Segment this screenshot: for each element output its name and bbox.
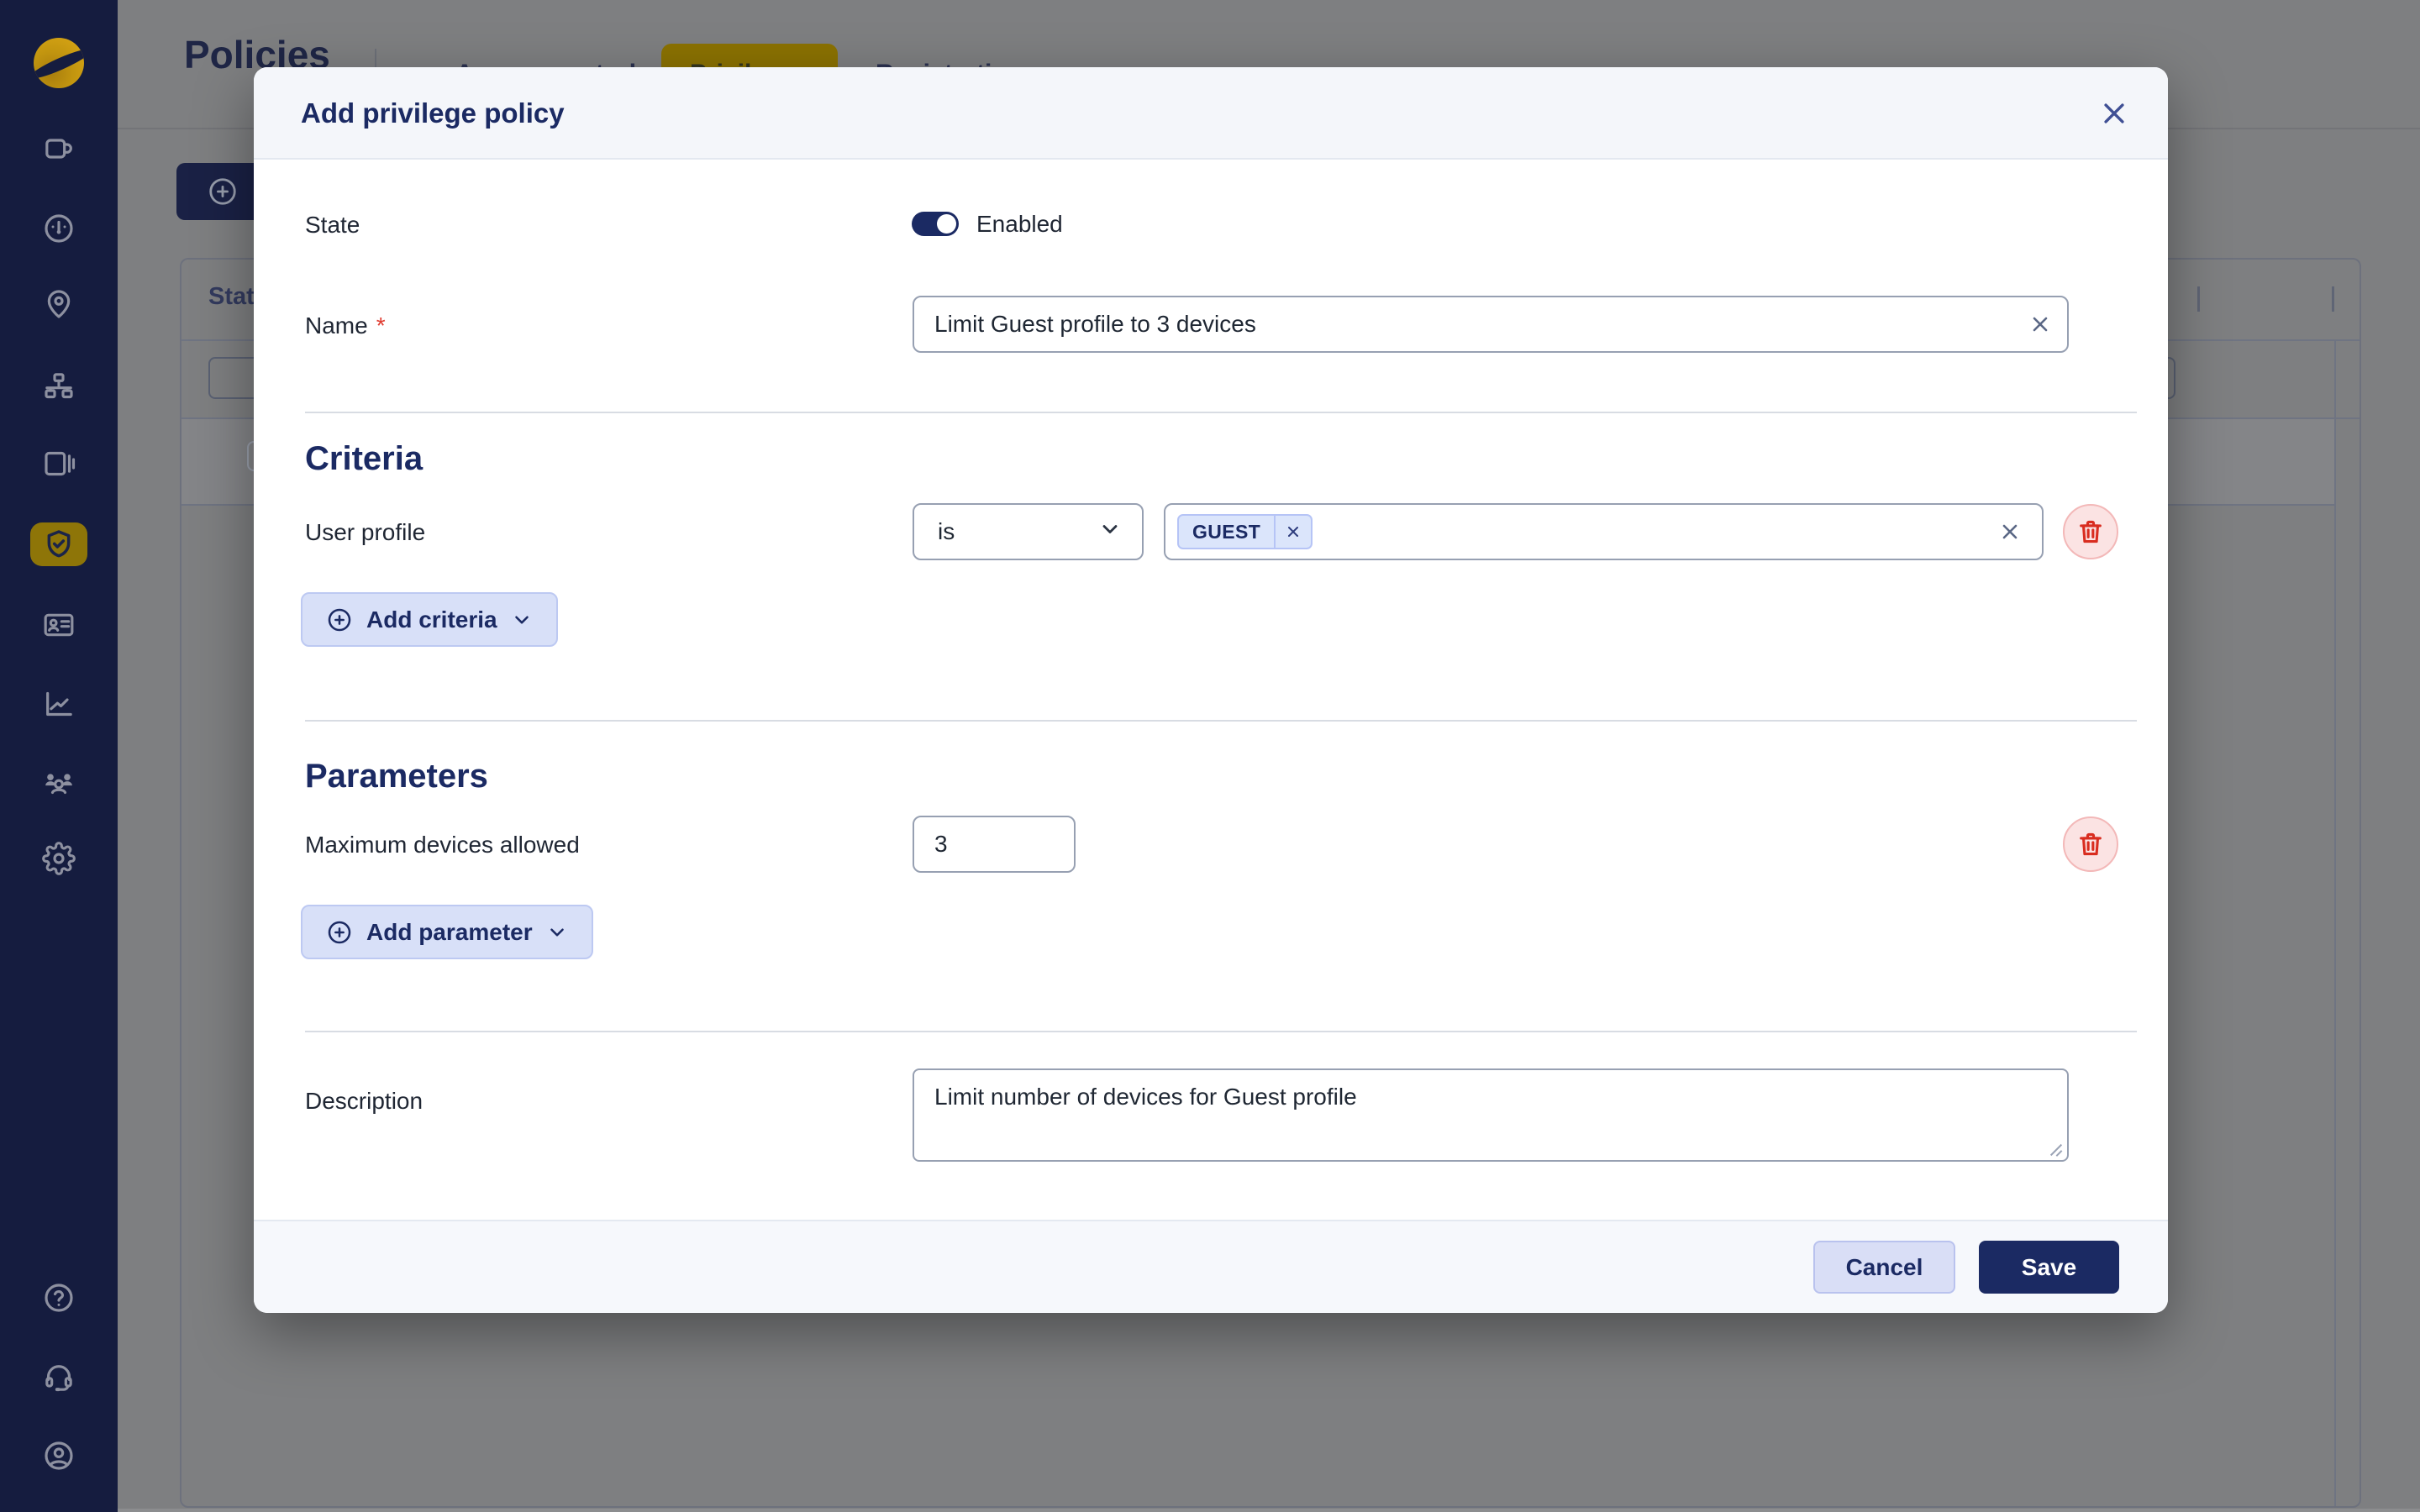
required-marker: * [376,312,386,339]
state-value: Enabled [976,212,1063,236]
users-icon [42,765,76,799]
sidebar-item-settings[interactable] [0,830,118,887]
sidebar-item-network[interactable] [0,358,118,415]
chevron-down-icon [1098,517,1122,547]
page-bottom-strip [118,1509,2420,1512]
trash-icon [2076,517,2105,546]
guest-chip: GUEST [1177,514,1313,549]
plus-circle-icon [207,176,239,207]
section-divider [305,412,2137,413]
help-circle-icon [42,1281,76,1315]
name-label-text: Name [305,312,368,339]
state-label: State [305,212,360,239]
plus-circle-icon [326,919,353,946]
sidebar-item-users[interactable] [0,753,118,811]
state-toggle[interactable] [912,212,959,236]
close-icon [2100,99,2128,128]
trash-icon [2076,830,2105,858]
sidebar-item-account[interactable] [0,1427,118,1484]
shield-check-icon [42,528,76,561]
modal-footer: Cancel Save [254,1220,2168,1313]
sidebar-item-gauge[interactable] [0,200,118,257]
section-divider [305,720,2137,722]
operator-value: is [938,518,955,545]
user-profile-multiselect[interactable]: GUEST [1164,503,2044,560]
name-input[interactable] [913,296,2069,353]
chip-label: GUEST [1179,521,1274,543]
kiosk-icon [42,447,76,480]
max-devices-input[interactable] [913,816,1076,873]
sidebar-item-location[interactable] [0,276,118,333]
screen: Policies Access control Privileges Regis… [0,0,2420,1512]
chevron-down-icon [546,921,568,943]
toggle-knob [937,214,956,234]
column-separator [2332,286,2334,312]
modal-header: Add privilege policy [254,67,2168,160]
plus-circle-icon [326,606,353,633]
add-parameter-label: Add parameter [366,919,533,946]
column-header-state: Stat [208,283,255,311]
gear-icon [42,842,76,875]
sidebar-item-kiosk[interactable] [0,435,118,492]
multiselect-clear-icon[interactable] [1995,517,2025,547]
name-label: Name * [305,312,386,339]
description-label: Description [305,1088,423,1115]
line-chart-icon [42,687,76,721]
add-privilege-policy-modal: Add privilege policy State Enabled Name *… [254,67,2168,1313]
location-pin-icon [42,287,76,321]
description-textarea[interactable]: Limit number of devices for Guest profil… [913,1068,2069,1162]
max-devices-label: Maximum devices allowed [305,832,580,858]
cancel-button[interactable]: Cancel [1813,1241,1955,1294]
network-icon [42,370,76,403]
user-profile-label: User profile [305,519,425,546]
parameters-heading: Parameters [305,758,488,795]
sidebar [0,0,118,1512]
column-gutter [2334,339,2336,1506]
section-divider [305,1031,2137,1032]
add-criteria-button[interactable]: Add criteria [301,592,558,647]
headset-icon [42,1361,76,1394]
sidebar-item-analytics[interactable] [0,675,118,732]
add-criteria-label: Add criteria [366,606,497,633]
app-logo[interactable] [34,38,84,88]
sidebar-item-id-card[interactable] [0,596,118,654]
chevron-down-icon [511,609,533,631]
id-card-icon [42,608,76,642]
mug-icon [42,132,76,165]
sidebar-item-privileges[interactable] [30,522,87,566]
column-separator [2197,286,2200,312]
chip-remove-icon[interactable] [1276,514,1311,549]
close-button[interactable] [2096,95,2133,132]
save-button[interactable]: Save [1979,1241,2119,1294]
gauge-icon [42,212,76,245]
name-clear-icon[interactable] [2025,309,2055,339]
modal-title: Add privilege policy [301,67,565,160]
delete-criteria-button[interactable] [2063,504,2118,559]
sidebar-item-support[interactable] [0,1349,118,1406]
user-circle-icon [42,1439,76,1473]
delete-parameter-button[interactable] [2063,816,2118,872]
operator-select[interactable]: is [913,503,1144,560]
criteria-heading: Criteria [305,440,423,478]
add-parameter-button[interactable]: Add parameter [301,905,593,959]
sidebar-item-help[interactable] [0,1269,118,1326]
sidebar-item-mug[interactable] [0,120,118,177]
